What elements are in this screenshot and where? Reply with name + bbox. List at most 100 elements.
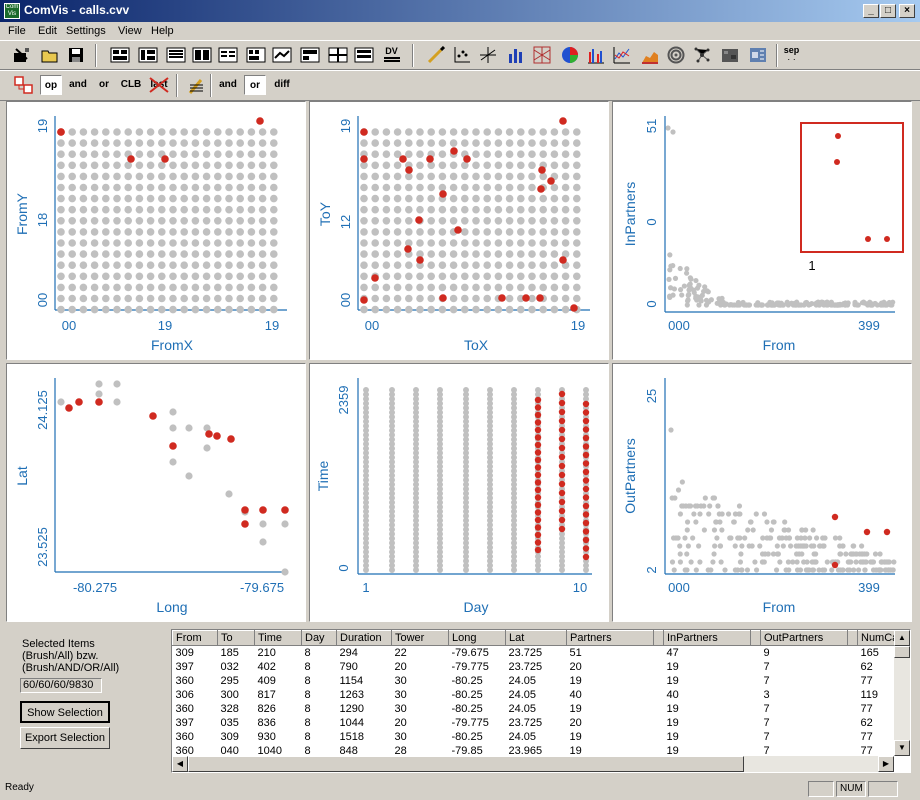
graph-icon[interactable]: [690, 44, 713, 66]
data-point: [472, 161, 480, 170]
or-button[interactable]: or: [94, 75, 114, 95]
table-row[interactable]: 3603099308151830-80.2524.051919777715: [173, 730, 911, 744]
line-chart-icon[interactable]: [610, 44, 633, 66]
and-button[interactable]: and: [66, 75, 90, 95]
scatterplot-icon[interactable]: [450, 44, 473, 66]
data-point: [57, 217, 65, 225]
column-header[interactable]: InPartners: [663, 630, 751, 646]
map-icon[interactable]: [746, 44, 769, 66]
table-row[interactable]: 309185210829422-79.67523.725514791651651: [173, 646, 911, 661]
data-point: [135, 283, 144, 292]
data-point: [494, 183, 503, 192]
data-point: [102, 139, 110, 147]
pie-chart-icon[interactable]: [558, 44, 581, 66]
data-point: [722, 567, 728, 573]
menu-help[interactable]: Help: [151, 25, 174, 37]
layout-2-icon[interactable]: [136, 44, 159, 66]
save-icon[interactable]: [64, 44, 87, 66]
layout-5-icon[interactable]: [216, 44, 239, 66]
data-point: [169, 183, 177, 192]
brush-icon[interactable]: [424, 44, 447, 66]
column-header[interactable]: OutPartners: [760, 630, 848, 646]
selected-point: [582, 494, 590, 501]
layout-10-icon[interactable]: [352, 44, 375, 66]
view-tox-toy[interactable]: ToX ToY 00 19 19 12 00: [309, 101, 609, 360]
table-row[interactable]: 3602954098115430-80.2524.051919777715: [173, 674, 911, 688]
menu-file[interactable]: File: [8, 25, 26, 37]
data-point: [214, 150, 222, 158]
axis-plot-icon[interactable]: [476, 44, 499, 66]
vertical-scrollbar[interactable]: ▲ ▼: [894, 630, 910, 756]
view-fromx-fromy[interactable]: FromX FromY 00 19 19 19 18 00: [6, 101, 306, 360]
and-combine-button[interactable]: and: [216, 75, 240, 95]
column-header[interactable]: Long: [448, 630, 506, 646]
column-header[interactable]: To: [217, 630, 255, 646]
table-row[interactable]: 397032402879020-79.77523.7252019762625: [173, 660, 911, 674]
layout-3-icon[interactable]: [164, 44, 187, 66]
data-point: [494, 228, 503, 236]
menu-view[interactable]: View: [118, 25, 142, 37]
view-from-outpartners[interactable]: From OutPartners 000 399 25 2: [612, 363, 912, 622]
layout-7-icon[interactable]: [270, 44, 293, 66]
column-header[interactable]: [653, 630, 664, 646]
horizontal-scrollbar[interactable]: ◀ ▶: [172, 756, 894, 772]
menu-edit[interactable]: Edit: [38, 25, 57, 37]
clb-button[interactable]: CLB: [118, 75, 144, 95]
data-point: [755, 302, 761, 308]
brush-clear-icon[interactable]: [184, 74, 207, 96]
layout-1-icon[interactable]: [108, 44, 131, 66]
view-day-time[interactable]: Day Time 1 10 2359 0: [309, 363, 609, 622]
view-from-inpartners[interactable]: 1 From InPartners 000 399 51 0 0: [612, 101, 912, 360]
column-header[interactable]: [750, 630, 761, 646]
table-cell: -79.775: [451, 661, 489, 673]
data-point: [270, 161, 278, 170]
menu-settings[interactable]: Settings: [66, 25, 106, 37]
brush-mode-icon[interactable]: [12, 74, 35, 96]
view-long-lat[interactable]: Long Lat -80.275 -79.675 24.125 23.525: [6, 363, 306, 622]
column-header[interactable]: Tower: [391, 630, 449, 646]
minimize-button[interactable]: _: [863, 4, 879, 18]
column-header[interactable]: Partners: [566, 630, 654, 646]
close-button[interactable]: ×: [899, 4, 915, 18]
column-header[interactable]: Lat: [505, 630, 567, 646]
data-point: [550, 150, 559, 158]
column-header[interactable]: Duration: [336, 630, 392, 646]
data-point: [472, 139, 480, 147]
data-point: [270, 150, 278, 158]
export-selection-button[interactable]: Export Selection: [20, 727, 110, 749]
diff-combine-button[interactable]: diff: [270, 75, 294, 95]
area-chart-icon[interactable]: [638, 44, 661, 66]
last-button[interactable]: last: [146, 75, 172, 95]
data-table[interactable]: From To Time Day Duration Tower Long Lat Partner…: [171, 629, 911, 773]
open-project-icon[interactable]: [10, 44, 33, 66]
separator-toggle-icon[interactable]: sep · ·: [780, 44, 803, 66]
data-point: [102, 228, 110, 236]
or-combine-button[interactable]: or: [244, 75, 266, 95]
bar-chart-icon[interactable]: [504, 44, 527, 66]
column-header[interactable]: Day: [301, 630, 337, 646]
layout-6-icon[interactable]: [244, 44, 267, 66]
radial-chart-icon[interactable]: [664, 44, 687, 66]
column-header[interactable]: [847, 630, 858, 646]
heatmap-icon[interactable]: [718, 44, 741, 66]
data-point: [813, 535, 820, 541]
data-point: [124, 261, 132, 269]
show-selection-button[interactable]: Show Selection: [20, 701, 110, 723]
data-point: [494, 283, 503, 292]
data-point: [780, 543, 786, 549]
multi-bar-icon[interactable]: [584, 44, 607, 66]
open-folder-icon[interactable]: [38, 44, 61, 66]
data-view-icon[interactable]: DV: [380, 44, 403, 66]
table-cell: 19: [666, 717, 679, 729]
table-row[interactable]: 3063008178126330-80.2524.05404031191191: [173, 688, 911, 702]
layout-9-icon[interactable]: [326, 44, 349, 66]
column-header[interactable]: Time: [254, 630, 302, 646]
op-button[interactable]: op: [40, 75, 62, 95]
layout-8-icon[interactable]: [298, 44, 321, 66]
column-header[interactable]: From: [172, 630, 218, 646]
table-row[interactable]: 3603288268129030-80.2524.051919777715: [173, 702, 911, 716]
table-row[interactable]: 3970358368104420-79.77523.7252019762625: [173, 716, 911, 730]
parallel-coordinates-icon[interactable]: [530, 44, 553, 66]
maximize-button[interactable]: □: [880, 4, 896, 18]
layout-4-icon[interactable]: [190, 44, 213, 66]
